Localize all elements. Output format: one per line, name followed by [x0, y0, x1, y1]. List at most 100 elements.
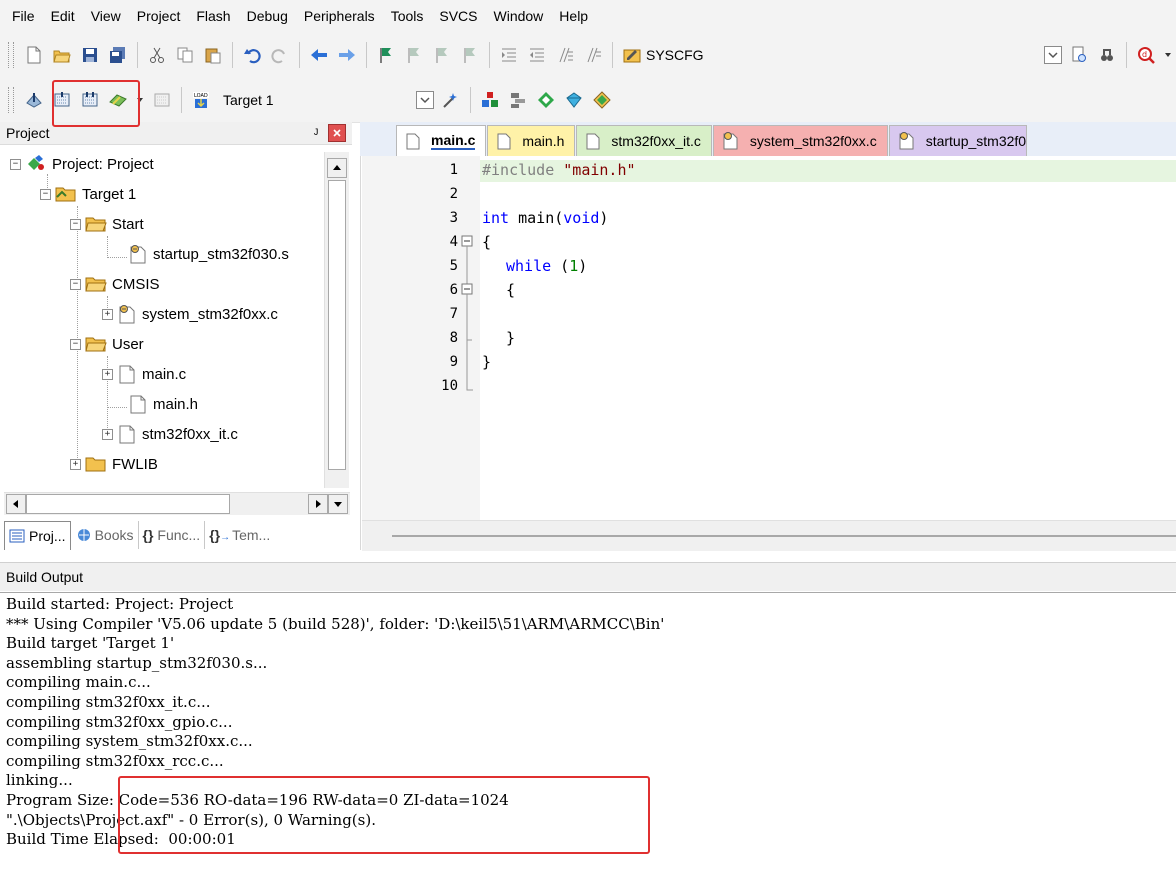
- code-token: main(: [509, 209, 564, 227]
- paste-icon[interactable]: [203, 45, 223, 65]
- debug-session-icon[interactable]: d: [1136, 45, 1156, 65]
- menu-file[interactable]: File: [0, 0, 43, 32]
- download-load-icon[interactable]: LOAD: [191, 90, 211, 110]
- editor-horizontal-scrollbar[interactable]: [362, 520, 1176, 551]
- output-line: compiling stm32f0xx_gpio.c...: [6, 712, 233, 731]
- collapse-toggle[interactable]: −: [70, 338, 81, 350]
- tree-node-group-start[interactable]: − Start: [70, 212, 144, 236]
- code-token: 1: [569, 257, 579, 275]
- configure-icon[interactable]: [622, 45, 642, 65]
- menu-edit[interactable]: Edit: [43, 0, 83, 32]
- manage-components-icon[interactable]: [480, 90, 500, 110]
- menu-peripherals[interactable]: Peripherals: [296, 0, 383, 32]
- code-token: (: [551, 257, 570, 275]
- file-extensions-icon[interactable]: [508, 90, 528, 110]
- target-options-icon[interactable]: [441, 90, 461, 110]
- scroll-thumb[interactable]: [328, 180, 346, 470]
- menu-flash[interactable]: Flash: [188, 0, 238, 32]
- prev-bookmark-icon[interactable]: [404, 45, 424, 65]
- tree-vertical-scrollbar[interactable]: [324, 152, 349, 488]
- project-icon: [28, 155, 44, 170]
- find-in-files-icon[interactable]: [1069, 45, 1089, 65]
- redo-icon[interactable]: [270, 45, 290, 65]
- unindent-icon[interactable]: [527, 45, 547, 65]
- navigate-back-icon[interactable]: [309, 45, 329, 65]
- toolbar-grip[interactable]: [8, 87, 14, 113]
- stop-build-icon[interactable]: [152, 90, 172, 110]
- collapse-toggle[interactable]: −: [40, 188, 51, 200]
- tree-node-file-system[interactable]: + system_stm32f0xx.c: [102, 302, 278, 326]
- expand-toggle[interactable]: +: [102, 428, 113, 440]
- scroll-thumb[interactable]: [26, 494, 230, 514]
- menu-project[interactable]: Project: [129, 0, 189, 32]
- expand-toggle[interactable]: +: [102, 308, 113, 320]
- scroll-down-button[interactable]: [328, 494, 348, 514]
- editor-tab-main-c[interactable]: main.c: [396, 125, 487, 156]
- debug-dropdown-button[interactable]: [1163, 47, 1173, 63]
- toolbar-grip[interactable]: [8, 42, 14, 68]
- tree-node-group-cmsis[interactable]: − CMSIS: [70, 272, 160, 296]
- translate-icon[interactable]: [24, 90, 44, 110]
- tree-node-file-startup[interactable]: startup_stm32f030.s: [128, 242, 289, 266]
- menu-debug[interactable]: Debug: [239, 0, 296, 32]
- target-dropdown-button[interactable]: [416, 91, 434, 109]
- file-icon: [497, 133, 511, 150]
- tab-books[interactable]: Books: [71, 521, 139, 549]
- collapse-toggle[interactable]: −: [10, 158, 21, 170]
- editor-tab-it-c[interactable]: stm32f0xx_it.c: [576, 125, 712, 156]
- bookmark-icon[interactable]: [376, 45, 396, 65]
- next-bookmark-icon[interactable]: [432, 45, 452, 65]
- expand-toggle[interactable]: +: [70, 458, 81, 470]
- save-icon[interactable]: [80, 45, 100, 65]
- menu-window[interactable]: Window: [486, 0, 552, 32]
- scroll-left-button[interactable]: [6, 494, 26, 514]
- tab-functions[interactable]: {} Func...: [139, 521, 206, 549]
- expand-toggle[interactable]: +: [102, 368, 113, 380]
- run-time-environment-icon[interactable]: [592, 90, 612, 110]
- target-combo[interactable]: Target 1: [223, 88, 413, 112]
- config-target-combo[interactable]: SYSCFG: [646, 43, 836, 67]
- indent-icon[interactable]: [499, 45, 519, 65]
- pin-icon[interactable]: ᴶ: [314, 126, 318, 141]
- new-file-icon[interactable]: [24, 45, 44, 65]
- project-window-icon: [9, 529, 25, 542]
- tree-node-group-user[interactable]: − User: [70, 332, 144, 356]
- scroll-right-button[interactable]: [308, 494, 328, 514]
- build-output-title: Build Output: [6, 569, 84, 585]
- tree-node-file-main-c[interactable]: + main.c: [102, 362, 186, 386]
- tab-project[interactable]: Proj...: [4, 520, 71, 550]
- uncomment-icon[interactable]: [583, 45, 603, 65]
- pack-installer-icon[interactable]: [564, 90, 584, 110]
- comment-icon[interactable]: [555, 45, 575, 65]
- line-number: 7: [449, 306, 458, 322]
- menu-tools[interactable]: Tools: [383, 0, 432, 32]
- cut-icon[interactable]: [147, 45, 167, 65]
- tree-node-group-fwlib[interactable]: + FWLIB: [70, 452, 158, 476]
- tree-node-target[interactable]: − Target 1: [40, 182, 136, 206]
- clear-bookmarks-icon[interactable]: [460, 45, 480, 65]
- menu-svcs[interactable]: SVCS: [431, 0, 485, 32]
- select-packs-icon[interactable]: [536, 90, 556, 110]
- code-token: while: [506, 257, 552, 275]
- tree-node-file-it[interactable]: + stm32f0xx_it.c: [102, 422, 238, 446]
- collapse-toggle[interactable]: −: [70, 218, 81, 230]
- config-dropdown-button[interactable]: [1044, 46, 1062, 64]
- tree-node-file-main-h[interactable]: main.h: [128, 392, 198, 416]
- editor-tab-startup[interactable]: startup_stm32f0: [888, 125, 1028, 156]
- navigate-forward-icon[interactable]: [337, 45, 357, 65]
- copy-icon[interactable]: [175, 45, 195, 65]
- menu-help[interactable]: Help: [551, 0, 596, 32]
- menu-view[interactable]: View: [83, 0, 129, 32]
- collapse-toggle[interactable]: −: [70, 278, 81, 290]
- find-icon[interactable]: [1097, 45, 1117, 65]
- close-panel-button[interactable]: [328, 124, 346, 142]
- tree-node-project[interactable]: − Project: Project: [10, 152, 154, 176]
- save-all-icon[interactable]: [108, 45, 128, 65]
- scroll-up-button[interactable]: [327, 158, 347, 178]
- open-folder-icon[interactable]: [52, 45, 72, 65]
- editor-tab-main-h[interactable]: main.h: [487, 125, 576, 156]
- tree-horizontal-scrollbar[interactable]: [4, 492, 350, 515]
- tab-templates[interactable]: {}→ Tem...: [205, 521, 274, 549]
- editor-tab-system-c[interactable]: system_stm32f0xx.c: [712, 125, 888, 156]
- undo-icon[interactable]: [242, 45, 262, 65]
